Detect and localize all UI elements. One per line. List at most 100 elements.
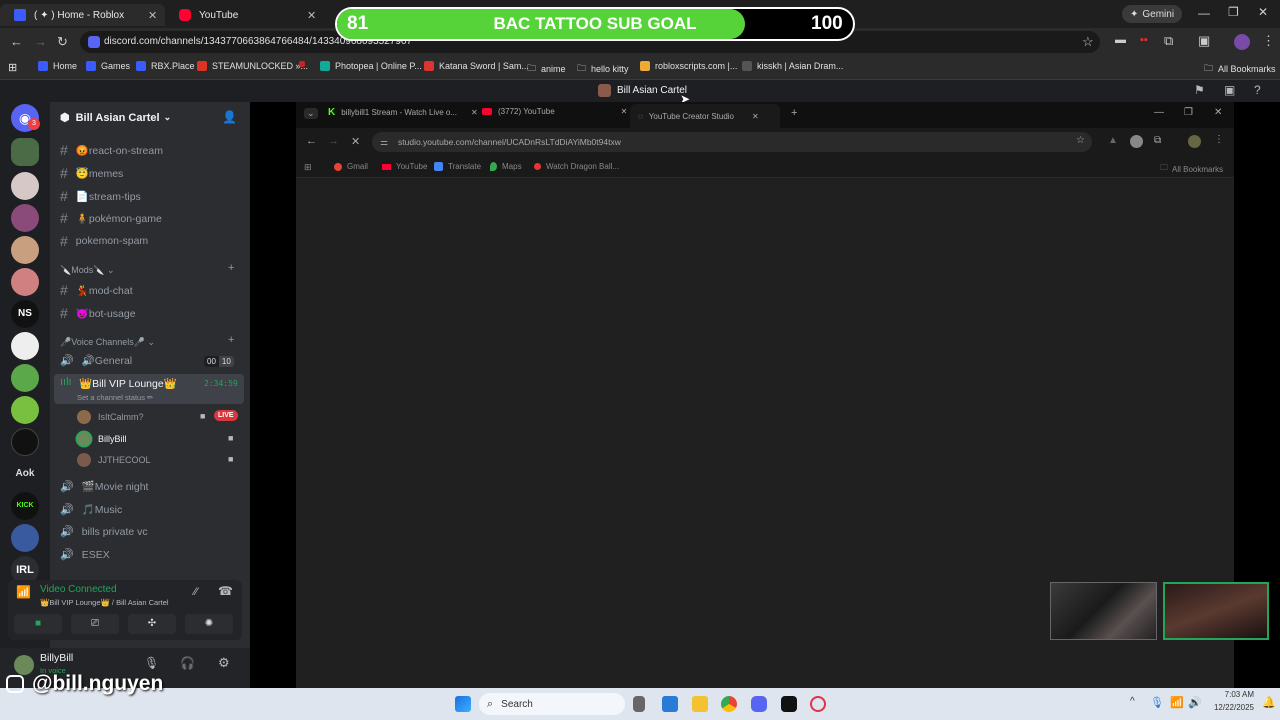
outer-tab-roblox[interactable]: ( ✦ ) Home - Roblox ✕ — [0, 4, 165, 26]
bookmark-kisskh[interactable]: kisskh | Asian Dram... — [742, 61, 843, 71]
soundboard-icon[interactable]: ✺ — [185, 614, 233, 634]
channel-pokemon-game[interactable]: # 🧍pokémon-game — [60, 210, 162, 226]
server-icon[interactable] — [11, 396, 39, 424]
webcam-tile-2[interactable] — [1163, 582, 1269, 640]
inner-tab-kick[interactable]: K billybill1 Stream - Watch Live o... ✕ — [328, 107, 478, 118]
back-icon[interactable]: ← — [10, 34, 23, 49]
windows-start-icon[interactable] — [455, 696, 471, 712]
server-icon[interactable] — [11, 172, 39, 200]
minimize-icon[interactable]: — — [1154, 107, 1164, 118]
bookmark-dragon-ball[interactable]: Watch Dragon Ball... — [534, 162, 619, 171]
connection-channel[interactable]: 👑Bill VIP Lounge👑 / Bill Asian Cartel — [40, 598, 169, 607]
voice-channel-vip-lounge[interactable]: ıılı 👑Bill VIP Lounge👑 2:34:59 Set a cha… — [54, 374, 244, 404]
copilot-icon[interactable] — [633, 696, 645, 712]
puzzle-icon[interactable]: ⧉ — [1154, 135, 1161, 146]
clock-date[interactable]: 12/22/2025 — [1200, 703, 1254, 712]
add-channel-icon[interactable]: + — [228, 334, 234, 346]
star-icon[interactable]: ☆ — [1082, 34, 1094, 50]
microphone-icon[interactable]: 🎙 — [1150, 696, 1164, 709]
channel-stream-tips[interactable]: # 📄stream-tips — [60, 188, 141, 204]
bookmark-youtube[interactable]: YouTube — [382, 162, 427, 171]
profile-avatar[interactable] — [1188, 135, 1201, 148]
bookmark-games[interactable]: Games — [86, 61, 130, 71]
apps-icon[interactable]: ⊞ — [8, 61, 17, 74]
extension-icon[interactable] — [1130, 135, 1143, 148]
bookmark-translate[interactable]: Translate — [434, 162, 481, 171]
taskbar-search[interactable]: ⌕ Search — [479, 693, 625, 715]
forward-icon[interactable]: → — [328, 135, 339, 147]
close-icon[interactable]: ✕ — [752, 112, 759, 121]
close-window-icon[interactable]: ✕ — [1214, 107, 1222, 118]
star-icon[interactable]: ☆ — [1076, 135, 1085, 146]
bookmark-robloxscripts[interactable]: robloxscripts.com |... — [640, 61, 737, 71]
voice-channel-bills-private[interactable]: 🔊 bills private vc — [60, 525, 148, 539]
invite-icon[interactable]: 👤 — [222, 110, 237, 124]
app-icon[interactable] — [781, 696, 797, 712]
close-icon[interactable]: ✕ — [471, 108, 478, 117]
bookmark-photopea[interactable]: Photopea | Online P... — [320, 61, 422, 71]
menu-icon[interactable]: ⋮ — [1262, 33, 1275, 49]
sidepanel-icon[interactable]: ▣ — [1198, 33, 1210, 49]
voice-user-jjthecool[interactable]: JJTHECOOL — [77, 453, 151, 467]
voice-user-isitcalmm[interactable]: IsItCalmm? — [77, 410, 144, 424]
server-icon[interactable] — [11, 364, 39, 392]
close-icon[interactable]: ✕ — [307, 9, 316, 22]
tab-search-icon[interactable]: ⌄ — [304, 108, 318, 119]
headphones-icon[interactable]: 🎧 — [180, 656, 195, 670]
inner-tab-creator-studio[interactable]: ◌ YouTube Creator Studio ✕ — [630, 104, 780, 128]
server-icon[interactable] — [11, 204, 39, 232]
channel-memes[interactable]: # 😇memes — [60, 165, 123, 181]
bookmark-anime[interactable]: 🗀 anime — [527, 61, 566, 77]
new-tab-icon[interactable]: + — [791, 107, 797, 119]
bookmark-red[interactable] — [299, 61, 310, 67]
activity-icon[interactable]: ✣ — [128, 614, 176, 634]
server-header[interactable]: ⬢ Bill Asian Cartel ⌄ — [60, 111, 171, 125]
server-icon[interactable] — [11, 428, 39, 456]
voice-channel-music[interactable]: 🔊 🎵Music — [60, 503, 122, 516]
puzzle-icon[interactable]: ⧉ — [1164, 33, 1173, 49]
microphone-icon[interactable]: 🎙 — [144, 656, 159, 670]
voice-channel-general[interactable]: 🔊 🔊General — [60, 354, 132, 367]
gemini-button[interactable]: ✦ Gemini — [1122, 5, 1183, 23]
close-window-icon[interactable]: ✕ — [1258, 5, 1268, 19]
restore-icon[interactable]: ❐ — [1184, 107, 1193, 118]
menu-icon[interactable]: ⋮ — [1214, 134, 1224, 145]
channel-status[interactable]: Set a channel status ✏ — [77, 393, 153, 402]
bookmark-maps[interactable]: Maps — [490, 162, 522, 171]
opera-icon[interactable] — [810, 696, 826, 712]
camera-toggle-icon[interactable]: ■ — [14, 614, 62, 634]
outer-tab-youtube[interactable]: YouTube ✕ — [165, 4, 325, 26]
server-icon[interactable] — [11, 236, 39, 264]
profile-avatar[interactable] — [1234, 34, 1250, 50]
back-icon[interactable]: ← — [306, 135, 317, 147]
wifi-icon[interactable]: 📶 — [1170, 696, 1184, 709]
category-mods[interactable]: 🔪Mods🔪 ⌄ — [60, 265, 114, 276]
server-icon[interactable] — [11, 268, 39, 296]
clock-time[interactable]: 7:03 AM — [1212, 690, 1254, 699]
bookmark-steamunlocked[interactable]: STEAMUNLOCKED »... — [197, 61, 308, 71]
webcam-tile-1[interactable] — [1050, 582, 1157, 640]
notifications-icon[interactable]: 🔔 — [1262, 696, 1276, 709]
bookmark-hello-kitty[interactable]: 🗀 hello kitty — [577, 61, 629, 77]
forward-icon[interactable]: → — [34, 34, 47, 49]
discord-taskbar-icon[interactable] — [751, 696, 767, 712]
inner-url-field[interactable]: ⚌ studio.youtube.com/channel/UCADnRsLTdD… — [372, 132, 1092, 152]
flag-icon[interactable]: ⚑ — [1194, 83, 1205, 97]
extension-red-icon[interactable]: ▪▪ — [1140, 34, 1148, 46]
all-bookmarks[interactable]: 🗀 All Bookmarks — [1160, 162, 1223, 176]
server-icon-bill-asian-cartel[interactable] — [11, 138, 39, 166]
screenshare-icon[interactable]: ⎚ — [71, 614, 119, 634]
kick-server-icon[interactable]: KICK — [11, 492, 39, 520]
voice-user-billybill[interactable]: BillyBill — [77, 432, 127, 446]
file-explorer-icon[interactable] — [692, 696, 708, 712]
voice-channel-movie-night[interactable]: 🔊 🎬Movie night — [60, 480, 148, 493]
bookmark-rbxplace[interactable]: RBX.Place — [136, 61, 195, 71]
restore-icon[interactable]: ❐ — [1228, 5, 1239, 19]
stop-loading-icon[interactable]: ✕ — [351, 135, 360, 148]
all-bookmarks[interactable]: 🗀 All Bookmarks — [1204, 61, 1276, 77]
inbox-icon[interactable]: ▣ — [1224, 83, 1235, 97]
apps-icon[interactable]: ⊞ — [304, 162, 312, 173]
settings-gear-icon[interactable]: ⚙ — [218, 655, 230, 671]
server-icon[interactable] — [11, 332, 39, 360]
noise-suppression-icon[interactable]: ⁄⁄ — [194, 586, 198, 598]
